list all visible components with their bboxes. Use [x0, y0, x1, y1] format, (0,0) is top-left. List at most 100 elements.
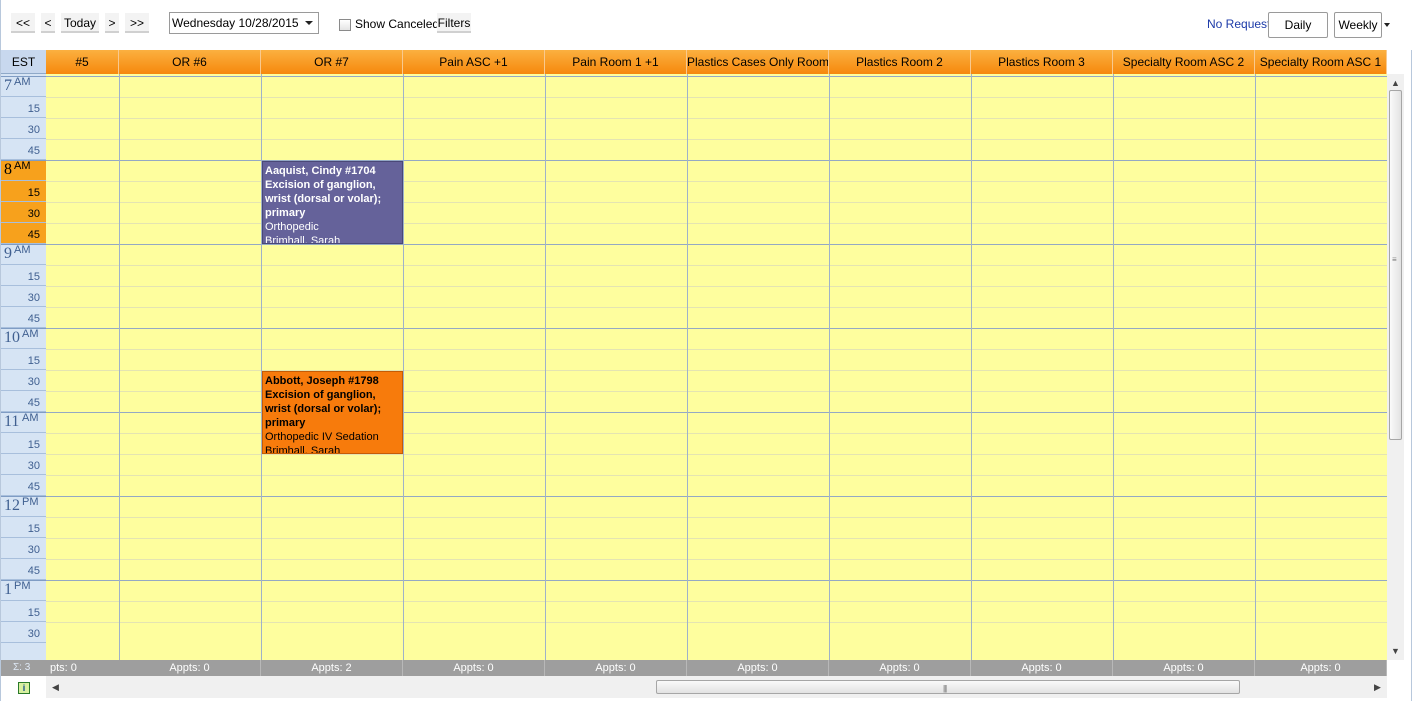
slot-divider: [46, 601, 1387, 602]
minute-label: 15: [27, 355, 40, 367]
hour-label: 11: [4, 413, 20, 430]
column-header[interactable]: OR #6: [119, 50, 261, 74]
time-slot-label: 1 PM: [1, 580, 46, 601]
column-total: Appts: 0: [545, 660, 687, 676]
weekly-button[interactable]: Weekly: [1334, 12, 1382, 38]
column-divider: [1255, 74, 1256, 660]
appointment-card[interactable]: Abbott, Joseph #1798 Excision of ganglion…: [262, 371, 403, 454]
next-button[interactable]: >: [105, 13, 119, 33]
time-slot-label: 15: [1, 181, 46, 202]
time-slot-label: 10 AM: [1, 328, 46, 349]
column-header[interactable]: Pain Room 1 +1: [545, 50, 687, 74]
slot-divider: [46, 181, 1387, 182]
slot-divider: [46, 223, 1387, 224]
hour-label: 12: [4, 497, 20, 514]
grip-icon: ≡: [1392, 255, 1397, 264]
minute-label: 30: [27, 124, 40, 136]
slot-divider: [46, 496, 1387, 497]
daily-button[interactable]: Daily: [1268, 12, 1328, 38]
slot-divider: [46, 412, 1387, 413]
time-slot-label: 45: [1, 307, 46, 328]
time-slot-label: 30: [1, 286, 46, 307]
appointment-surgeon: Brimhall, Sarah: [265, 235, 341, 244]
show-canceled-checkbox[interactable]: [339, 19, 351, 31]
slot-divider: [46, 349, 1387, 350]
grip-icon: |||: [943, 684, 947, 693]
ampm-label: PM: [22, 496, 39, 508]
slot-divider: [46, 76, 1387, 77]
chevron-down-icon[interactable]: [1384, 23, 1390, 27]
scroll-down-icon[interactable]: ▼: [1391, 646, 1400, 656]
calendar-view: EST #5 OR #6 OR #7 Pain ASC +1 Pain Room 1 +…: [1, 50, 1412, 701]
time-slot-label: 11 AM: [1, 412, 46, 433]
minute-label: 45: [27, 397, 40, 409]
slot-divider: [46, 328, 1387, 329]
time-slot-label: 15: [1, 517, 46, 538]
time-slot-label: 12 PM: [1, 496, 46, 517]
slot-divider: [46, 433, 1387, 434]
column-divider: [971, 74, 972, 660]
filters-button[interactable]: Filters: [437, 13, 471, 33]
ampm-label: AM: [14, 76, 31, 88]
last-button[interactable]: >>: [125, 13, 149, 33]
first-button[interactable]: <<: [11, 13, 35, 33]
column-header[interactable]: #5: [46, 50, 119, 74]
column-total: Appts: 0: [687, 660, 829, 676]
slot-divider: [46, 475, 1387, 476]
scroll-up-icon[interactable]: ▲: [1391, 78, 1400, 88]
minute-label: 30: [27, 292, 40, 304]
scroll-right-icon[interactable]: ▶: [1374, 682, 1381, 693]
time-slot-label: 30: [1, 370, 46, 391]
column-divider: [829, 74, 830, 660]
slot-divider: [46, 622, 1387, 623]
slot-divider: [46, 139, 1387, 140]
minute-label: 45: [27, 313, 40, 325]
hour-label: 1: [4, 581, 12, 598]
no-request-link[interactable]: No Request: [1207, 17, 1270, 31]
column-divider: [1113, 74, 1114, 660]
date-dropdown[interactable]: Wednesday 10/28/2015: [169, 12, 319, 34]
horizontal-scroll-thumb[interactable]: |||: [656, 680, 1240, 694]
slot-divider: [46, 517, 1387, 518]
time-slot-label: 30: [1, 118, 46, 139]
appointment-card[interactable]: Aaquist, Cindy #1704 Excision of ganglion…: [262, 161, 403, 244]
time-slot-label: 30: [1, 622, 46, 643]
vertical-scrollbar[interactable]: ▲ ≡ ▼: [1387, 74, 1404, 660]
schedule-grid[interactable]: Aaquist, Cindy #1704 Excision of ganglion…: [46, 74, 1387, 660]
time-slot-label: 15: [1, 601, 46, 622]
appointment-procedure: Excision of ganglion, wrist (dorsal or v…: [265, 389, 382, 429]
column-header[interactable]: Specialty Room ASC 2: [1113, 50, 1255, 74]
column-header[interactable]: Plastics Room 3: [971, 50, 1113, 74]
scheduler-window: << < Today > >> Wednesday 10/28/2015 Sho…: [0, 0, 1412, 701]
column-total: Appts: 0: [119, 660, 261, 676]
minute-label: 15: [27, 271, 40, 283]
slot-divider: [46, 160, 1387, 161]
time-slot-label: 45: [1, 139, 46, 160]
today-button[interactable]: Today: [61, 13, 99, 33]
column-total: Appts: 2: [261, 660, 403, 676]
column-header[interactable]: Pain ASC +1: [403, 50, 545, 74]
slot-divider: [46, 580, 1387, 581]
time-slot-label: 7 AM: [1, 76, 46, 97]
column-header[interactable]: Specialty Room ASC 1: [1255, 50, 1387, 74]
info-icon[interactable]: i: [18, 682, 30, 694]
slot-divider: [46, 307, 1387, 308]
scroll-left-icon[interactable]: ◀: [52, 682, 59, 693]
column-header[interactable]: Plastics Cases Only Room 1: [687, 50, 829, 74]
time-slot-label: 15: [1, 265, 46, 286]
time-slot-label: 15: [1, 433, 46, 454]
vertical-scroll-thumb[interactable]: ≡: [1389, 90, 1402, 440]
slot-divider: [46, 538, 1387, 539]
time-gutter: 7 AM 15 30 45 8 AM 15 30 45 9 AM 15 30 45 10 AM 15 30 45 11 A…: [1, 74, 46, 660]
column-divider: [687, 74, 688, 660]
column-header[interactable]: OR #7: [261, 50, 403, 74]
horizontal-scrollbar[interactable]: ◀ ||| ▶: [46, 676, 1387, 698]
minute-label: 30: [27, 208, 40, 220]
time-slot-label: 30: [1, 202, 46, 223]
slot-divider: [46, 454, 1387, 455]
minute-label: 45: [27, 481, 40, 493]
column-header[interactable]: Plastics Room 2: [829, 50, 971, 74]
prev-button[interactable]: <: [41, 13, 55, 33]
time-slot-label: 15: [1, 97, 46, 118]
show-canceled-label: Show Canceled: [355, 17, 440, 31]
